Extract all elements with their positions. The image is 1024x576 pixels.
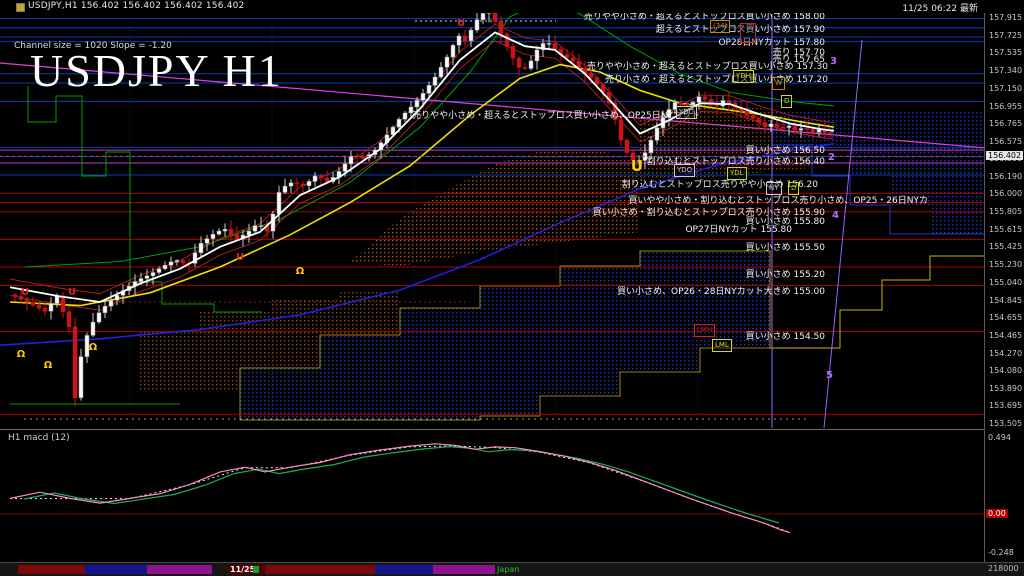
price-axis-label: 157.915	[989, 13, 1022, 22]
price-axis-label: 155.425	[989, 242, 1022, 251]
level-label-box: (34)	[710, 20, 730, 33]
level-label-box: YDL	[727, 167, 747, 180]
price-axis-label: 154.655	[989, 313, 1022, 322]
session-timeline-bar[interactable]: 11/25 Japan	[0, 562, 1024, 576]
price-axis-label: 156.575	[989, 137, 1022, 146]
price-axis-label: 156.955	[989, 102, 1022, 111]
session-name-label: Japan	[497, 565, 519, 574]
price-axis-label: 154.465	[989, 331, 1022, 340]
price-axis-label: 156.000	[989, 189, 1022, 198]
price-axis-label: 157.725	[989, 31, 1022, 40]
current-price-marker: 156.402	[986, 151, 1023, 160]
pivot-number: 3	[830, 56, 837, 67]
price-axis-label: 155.615	[989, 225, 1022, 234]
level-label-box	[740, 23, 756, 43]
macd-axis-max: 0.494	[988, 433, 1011, 442]
order-annotation: OP27日NYカット 155.80	[685, 225, 792, 235]
order-annotation: 買い小さめ、OP26・28日NYカット大きめ 155.00	[617, 287, 825, 297]
level-label-box: YDH	[733, 70, 754, 83]
chart-header: USDJPY,H1 156.402 156.402 156.402 156.40…	[0, 0, 1024, 13]
mt4-chart-window: U U U U Ω Ω Ω Ω U USDJPY,H1 156.402 156.402 156.…	[0, 0, 1024, 576]
session-dot-icon	[253, 566, 259, 573]
session-segment	[18, 565, 85, 574]
price-axis-label: 156.190	[989, 172, 1022, 181]
order-annotation: 買い小さめ 155.20	[746, 270, 825, 280]
price-axis-label: 154.270	[989, 349, 1022, 358]
level-label-box: LML	[712, 339, 732, 352]
buy-marker-icon: Ω	[17, 349, 26, 360]
sell-marker-icon: U	[236, 252, 244, 263]
price-axis-label: 157.150	[989, 84, 1022, 93]
order-annotation: 売りやや小さめ・超えるとストップロス買い小さめ、OP25日NYカット	[412, 111, 700, 121]
sell-marker-icon: U	[21, 287, 29, 298]
macd-indicator-label: H1 macd (12)	[8, 433, 70, 443]
price-axis-label: 153.890	[989, 384, 1022, 393]
price-axis-label: 153.695	[989, 401, 1022, 410]
tick-counter: 218000	[988, 564, 1019, 573]
price-axis-label: 155.805	[989, 207, 1022, 216]
buy-marker-icon: Ω	[296, 266, 305, 277]
price-axis-label: 156.765	[989, 119, 1022, 128]
datetime-label: 11/25 06:22 最新	[902, 1, 978, 14]
order-annotation: 買い小さめ 156.50	[746, 146, 825, 156]
order-annotation: 売りやや小さめ・超えるとストップロス買い小さめ 157.30	[587, 62, 828, 72]
sell-marker-icon: U	[457, 18, 465, 29]
pivot-number: 4	[832, 210, 839, 221]
buy-marker-icon: Ω	[89, 342, 98, 353]
buy-marker-icon: U	[631, 157, 643, 175]
price-axis-label: 155.040	[989, 278, 1022, 287]
macd-zero-marker: 0.00	[986, 509, 1008, 518]
subwindow-divider[interactable]	[0, 429, 1024, 430]
price-axis-label: 154.080	[989, 366, 1022, 375]
level-label-box: YDO	[674, 164, 695, 177]
order-annotation: 買い小さめ 154.50	[746, 332, 825, 342]
pivot-number: 2	[828, 152, 835, 163]
macd-axis-min: -0.248	[988, 548, 1014, 557]
sell-marker-icon: U	[68, 287, 76, 298]
buy-marker-icon: Ω	[44, 360, 53, 371]
price-axis-label: 153.505	[989, 419, 1022, 428]
session-segment	[147, 565, 212, 574]
order-annotation: 買い小さめ 155.50	[746, 243, 825, 253]
price-axis-label: 157.340	[989, 66, 1022, 75]
order-annotation: 売りやや小さめ・超えるとストップロス買い小さめ 158.00	[584, 12, 825, 22]
order-annotation: OP28日NYカット 157.80	[718, 38, 825, 48]
price-axis-label: 154.845	[989, 296, 1022, 305]
symbol-ohlc: USDJPY,H1 156.402 156.402 156.402 156.40…	[28, 1, 244, 11]
session-segment	[265, 565, 375, 574]
level-label-box: D	[788, 182, 799, 195]
macd-indicator-canvas[interactable]	[0, 430, 984, 562]
session-segment	[375, 565, 433, 574]
price-axis[interactable]: 157.915 157.725 157.535 157.340 157.150 156.9…	[984, 0, 1024, 576]
order-annotation: 売り小さめ・超えるとストップロス買い小さめ 157.20	[605, 75, 828, 85]
level-label-box: NY	[766, 182, 782, 195]
price-axis-label: 157.535	[989, 48, 1022, 57]
ichimoku-clouds	[140, 104, 984, 420]
date-label: 11/25	[230, 565, 255, 574]
session-segment	[85, 565, 147, 574]
session-segment	[433, 565, 495, 574]
level-label-box: D	[781, 95, 792, 108]
order-annotation: 買いやや小さめ・割り込むとストップロス売り小さめ、OP25・26日NYカ	[628, 196, 928, 206]
price-axis-label: 155.230	[989, 260, 1022, 269]
chart-icon	[16, 3, 25, 12]
level-label-box: W	[772, 77, 785, 90]
watermark-title: USDJPY H1	[30, 44, 283, 97]
pivot-number: 5	[826, 370, 833, 381]
level-label-box: LMH	[694, 324, 715, 337]
level-label-box: YDC	[676, 106, 697, 119]
